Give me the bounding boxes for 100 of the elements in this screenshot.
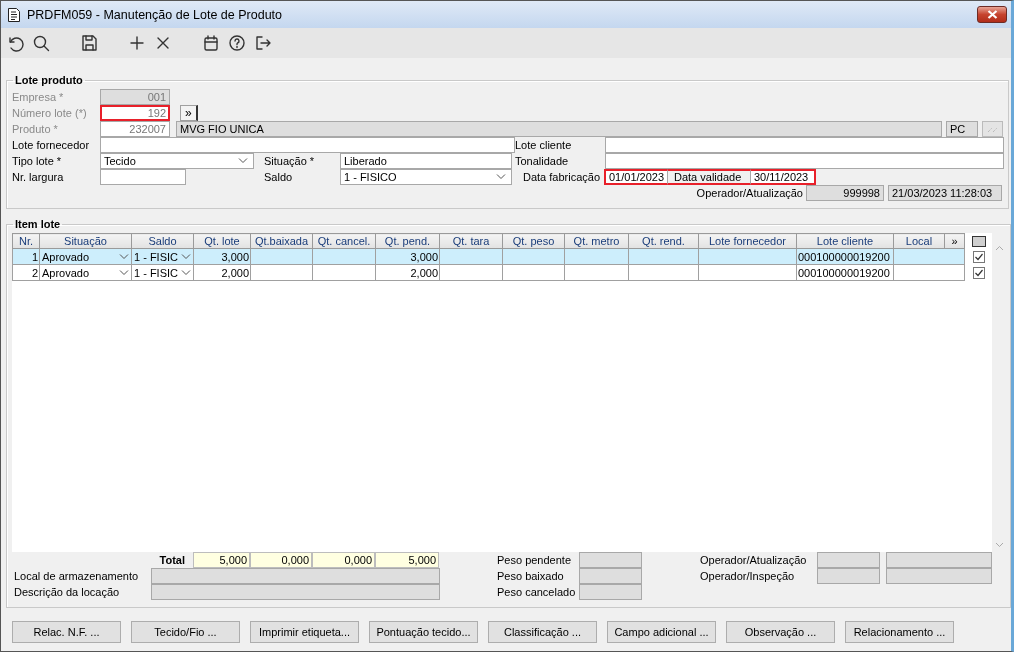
input-field[interactable] <box>579 552 642 568</box>
input-field[interactable] <box>605 153 1004 169</box>
field-label: Nr. largura <box>12 170 65 185</box>
total-label: Total <box>158 553 186 568</box>
checkbox[interactable] <box>972 267 985 280</box>
field-label: Peso pendente <box>497 553 572 568</box>
chevron-down-icon <box>496 174 506 180</box>
chevron-down-icon <box>238 158 248 164</box>
search-icon[interactable] <box>31 33 51 53</box>
column-header[interactable]: Lote fornecedor <box>698 233 797 249</box>
total-value: 5,000 <box>193 552 250 568</box>
table-cell: 000100000019200 <box>796 264 894 281</box>
field-label: Operador/Atualização <box>700 553 808 568</box>
input-field[interactable] <box>100 169 186 185</box>
field-label: Operador/Atualização <box>695 186 804 201</box>
input-field[interactable] <box>886 568 992 584</box>
total-value: 5,000 <box>375 552 439 568</box>
table-cell <box>312 264 376 281</box>
close-icon <box>986 10 998 19</box>
input-field[interactable]: Liberado <box>340 153 512 169</box>
field-label: Lote fornecedor <box>12 138 91 153</box>
input-field[interactable] <box>817 568 880 584</box>
dotted-line-icon <box>987 125 998 133</box>
column-header[interactable]: Qt. rend. <box>628 233 699 249</box>
field-label: Saldo <box>264 170 294 185</box>
lookup-button[interactable] <box>982 121 1003 137</box>
total-value: 0,000 <box>250 552 312 568</box>
action-button[interactable]: Imprimir etiqueta... <box>250 621 359 643</box>
table-cell <box>502 264 565 281</box>
action-button[interactable]: Classificação ... <box>488 621 597 643</box>
help-icon[interactable] <box>227 33 247 53</box>
column-header[interactable]: Qt. pend. <box>375 233 440 249</box>
action-button[interactable]: Pontuação tecido... <box>369 621 478 643</box>
field-label: Produto * <box>12 122 59 137</box>
field-label: Peso cancelado <box>497 585 577 600</box>
column-header[interactable]: Nr. <box>12 233 40 249</box>
field-label: Tipo lote * <box>12 154 63 169</box>
input-field[interactable] <box>579 568 642 584</box>
table-cell <box>250 264 313 281</box>
input-field[interactable] <box>151 568 440 584</box>
field-label: Empresa * <box>12 90 65 105</box>
field-label: Tonalidade <box>515 154 570 169</box>
input-field[interactable] <box>151 584 440 600</box>
dropdown[interactable]: Tecido <box>100 153 254 169</box>
column-header[interactable]: Qt. peso <box>502 233 565 249</box>
field-label: Operador/Inspeção <box>700 569 796 584</box>
field-label: Data fabricação <box>523 170 602 185</box>
column-header[interactable]: Qt. metro <box>564 233 629 249</box>
input-field[interactable] <box>605 137 1004 153</box>
column-header[interactable]: Situação <box>39 233 132 249</box>
column-header[interactable]: Qt.baixada <box>250 233 313 249</box>
table-cell <box>893 264 965 281</box>
group-title: Lote produto <box>14 73 84 87</box>
chevron-up-icon[interactable] <box>994 245 1004 251</box>
select-all-checkbox[interactable] <box>971 236 986 248</box>
table-cell <box>564 264 629 281</box>
group-title: Item lote <box>14 217 62 231</box>
action-button[interactable]: Relac. N.F. ... <box>12 621 121 643</box>
exit-icon[interactable] <box>253 33 273 53</box>
field-label: Data validade <box>668 169 750 185</box>
table-cell: 2 <box>12 264 40 281</box>
column-header[interactable]: Qt. tara <box>439 233 503 249</box>
column-header[interactable]: Local <box>893 233 945 249</box>
calendar-icon[interactable] <box>201 33 221 53</box>
input-field[interactable]: 21/03/2023 11:28:03 <box>888 185 1002 201</box>
input-field[interactable] <box>886 552 992 568</box>
input-field[interactable]: 01/01/2023 <box>604 169 668 185</box>
field-label: Lote cliente <box>515 138 573 153</box>
input-field[interactable] <box>100 137 515 153</box>
dropdown[interactable]: 1 - FISICO <box>340 169 512 185</box>
column-header[interactable]: Saldo <box>131 233 194 249</box>
checkbox[interactable] <box>972 251 985 264</box>
action-button[interactable]: Tecido/Fio ... <box>131 621 240 643</box>
input-field[interactable]: 999998 <box>806 185 884 201</box>
field-label: Local de armazenamento <box>14 569 140 584</box>
column-header[interactable]: Qt. lote <box>193 233 251 249</box>
plus-icon[interactable] <box>127 33 147 53</box>
field-label: Peso baixado <box>497 569 565 584</box>
table-cell: 2,000 <box>375 264 440 281</box>
input-field[interactable] <box>817 552 880 568</box>
close-button[interactable] <box>977 6 1007 23</box>
total-value: 0,000 <box>312 552 375 568</box>
table-cell <box>628 264 699 281</box>
column-header[interactable]: Qt. cancel. <box>312 233 376 249</box>
action-button[interactable]: Relacionamento ... <box>845 621 954 643</box>
field-label: Descrição da locação <box>14 585 121 600</box>
dropdown[interactable]: Aprovado <box>39 264 132 281</box>
input-field[interactable]: 30/11/2023 <box>750 169 816 185</box>
action-button[interactable]: Observação ... <box>726 621 835 643</box>
table-cell <box>439 264 503 281</box>
chevron-down-icon[interactable] <box>994 542 1004 548</box>
action-button[interactable]: Campo adicional ... <box>607 621 716 643</box>
field-label: Situação * <box>264 154 316 169</box>
input-field[interactable] <box>579 584 642 600</box>
window-title: PRDFM059 - Manutenção de Lote de Produto <box>27 7 282 22</box>
table-cell: 2,000 <box>193 264 251 281</box>
field-label: Número lote (*) <box>12 106 88 121</box>
column-header[interactable]: Lote cliente <box>796 233 894 249</box>
document-icon <box>7 6 21 23</box>
dropdown[interactable]: 1 - FISIC <box>131 264 194 281</box>
